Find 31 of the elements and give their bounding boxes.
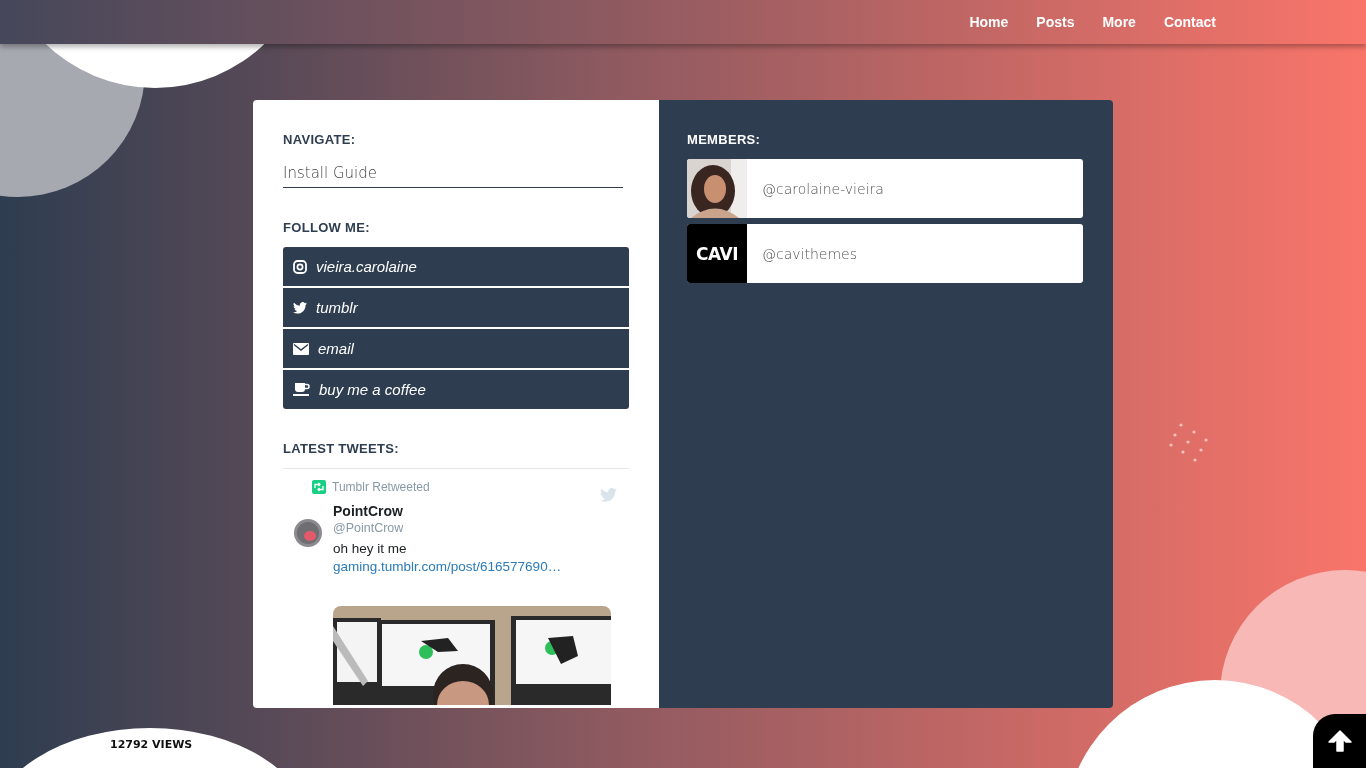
avatar-icon: [294, 519, 322, 547]
coffee-cup-icon: [293, 383, 310, 396]
tweet-author: PointCrow: [333, 503, 404, 520]
retweet-icon: [312, 479, 326, 494]
social-link[interactable]: email: [283, 329, 629, 368]
up-arrow-icon: [1327, 729, 1352, 753]
member-card[interactable]: CAVI @cavithemes: [687, 224, 1083, 283]
tweet-text: oh hey it me: [333, 540, 408, 558]
nav-link[interactable]: Home: [969, 14, 1009, 30]
navigate-field[interactable]: Install Guide: [283, 164, 623, 188]
nav-link[interactable]: Posts: [1036, 14, 1075, 30]
member-handle: @cavithemes: [762, 245, 857, 262]
retweet-label: Tumblr Retweeted: [332, 479, 430, 494]
social-link[interactable]: tumblr: [283, 288, 629, 327]
logo: CAVI: [687, 224, 747, 283]
bird-icon: [293, 301, 307, 314]
tweet-handle: @PointCrow: [333, 520, 405, 537]
instagram-icon: [293, 259, 307, 274]
bird-icon: [600, 488, 617, 502]
member-card[interactable]: @carolaine-vieira: [687, 159, 1083, 218]
envelope-icon: [293, 342, 309, 355]
view-count: 12792 VIEWS: [110, 738, 193, 751]
social-link[interactable]: vieira.carolaine: [283, 247, 629, 286]
section-heading: FOLLOW ME:: [283, 220, 371, 236]
tweet-link[interactable]: gaming.tumblr.com/post/616577690…: [333, 559, 617, 574]
section-heading: LATEST TWEETS:: [283, 441, 400, 457]
social-link[interactable]: buy me a coffee: [283, 370, 629, 409]
member-handle: @carolaine-vieira: [762, 180, 884, 197]
section-heading: MEMBERS:: [687, 132, 762, 148]
back-to-top-button[interactable]: [1313, 714, 1366, 768]
section-heading: NAVIGATE:: [283, 132, 357, 148]
